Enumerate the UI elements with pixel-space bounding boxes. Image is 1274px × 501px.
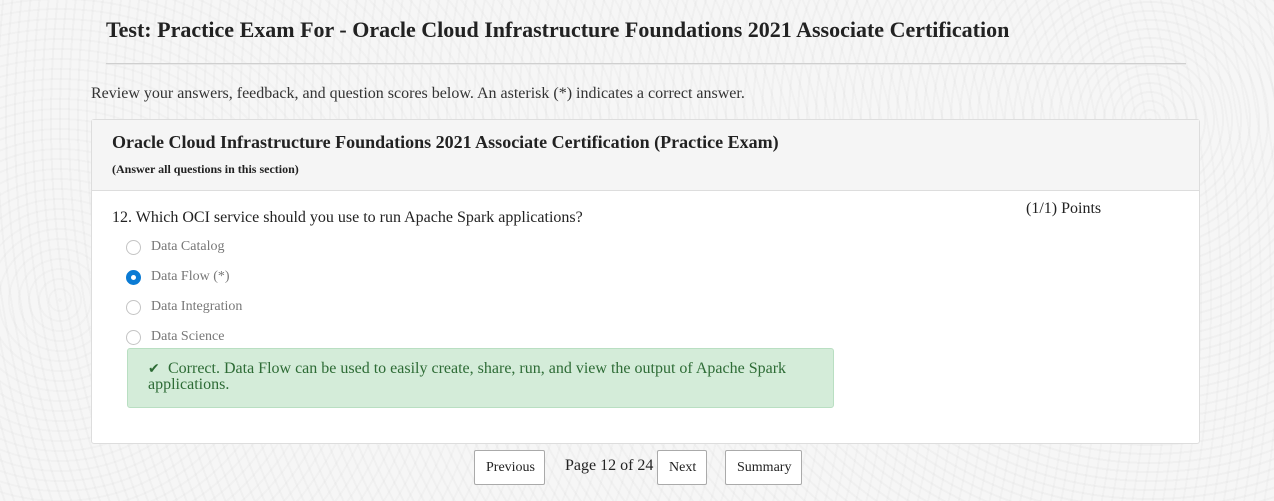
option-data-flow[interactable]: Data Flow (*) — [126, 267, 230, 287]
question-points: (1/1) Points — [1026, 200, 1102, 217]
checkmark-icon: ✔ — [148, 361, 160, 377]
page-title: Test: Practice Exam For - Oracle Cloud I… — [106, 17, 1010, 42]
option-label: Data Science — [151, 329, 225, 344]
option-label: Data Catalog — [151, 239, 225, 254]
option-data-integration[interactable]: Data Integration — [126, 297, 242, 317]
option-data-science[interactable]: Data Science — [126, 327, 224, 347]
title-divider — [106, 63, 1186, 65]
option-data-catalog[interactable]: Data Catalog — [126, 237, 224, 257]
feedback-box: ✔ Correct. Data Flow can be used to easil… — [127, 348, 834, 408]
feedback-text: Correct. Data Flow can be used to easily… — [148, 360, 787, 393]
radio-button[interactable] — [126, 329, 141, 345]
instructions-text: Review your answers, feedback, and quest… — [91, 85, 745, 102]
section-title: Oracle Cloud Infrastructure Foundations … — [112, 132, 779, 152]
summary-button[interactable]: Summary — [725, 450, 802, 485]
section-subtitle: (Answer all questions in this section) — [112, 162, 299, 176]
next-button[interactable]: Next — [657, 450, 707, 485]
section-header: Oracle Cloud Infrastructure Foundations … — [92, 120, 1199, 191]
question-panel: Oracle Cloud Infrastructure Foundations … — [91, 119, 1200, 444]
radio-button[interactable] — [126, 239, 141, 255]
radio-button-selected[interactable] — [126, 269, 141, 285]
page-indicator: Page 12 of 24 — [565, 457, 654, 474]
question-text: 12. Which OCI service should you use to … — [112, 209, 583, 226]
radio-button[interactable] — [126, 299, 141, 315]
option-label: Data Integration — [151, 299, 243, 314]
previous-button[interactable]: Previous — [474, 450, 545, 485]
option-label: Data Flow (*) — [151, 269, 230, 284]
